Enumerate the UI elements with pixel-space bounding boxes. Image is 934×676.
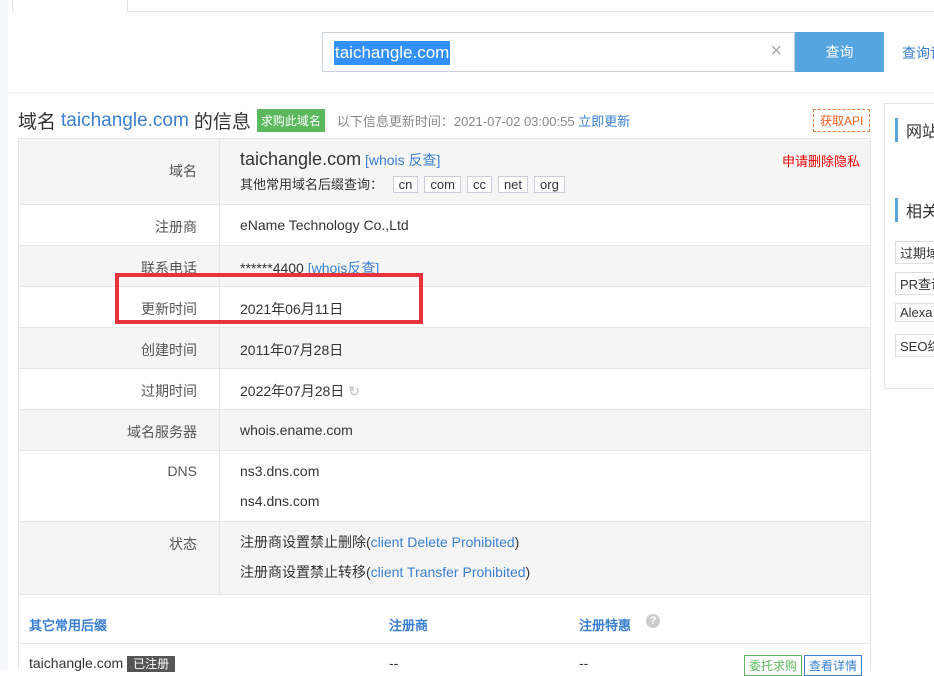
privacy-delete-link[interactable]: 申请删除隐私 [782, 151, 860, 170]
row-registrar: 注册商 eName Technology Co.,Ltd [19, 205, 870, 246]
view-detail-button[interactable]: 查看详情 [804, 655, 863, 676]
col-header: 注册特惠 [579, 618, 632, 633]
created-value: 2011年07月28日 [240, 342, 344, 358]
registrar-value: eName Technology Co.,Ltd [240, 217, 409, 233]
status-cn: 注册商设置禁止删除 [240, 534, 366, 550]
title-suffix: 的信息 [193, 112, 251, 133]
paren: ) [525, 564, 531, 580]
divider [8, 92, 934, 93]
suffix-cc[interactable]: cc [466, 176, 492, 193]
whois-reverse-link[interactable]: [whois 反查] [365, 152, 440, 168]
get-api-button[interactable]: 获取API [813, 109, 871, 132]
row-domain: 域名 taichangle.com [whois 反查] 申请删除隐私 其他常用… [19, 139, 870, 205]
row-dns: DNS ns3.dns.com ns4.dns.com [19, 451, 870, 522]
search-value: taichangle.com [334, 41, 451, 65]
paren: ) [514, 534, 520, 550]
sidebar-item[interactable]: 过期域 [895, 241, 934, 264]
search-button[interactable]: 查询 [795, 32, 884, 72]
sidebar: 网站 相关 过期域 PR查询 Alexa SEO综 [884, 103, 934, 389]
help-icon[interactable]: ? [646, 614, 660, 628]
sidebar-item[interactable]: PR查询 [895, 272, 934, 295]
other-suffix-table: 其它常用后缀 注册商 注册特惠 ? taichangle.com 已注册 -- -… [18, 593, 871, 676]
highlight-box [115, 273, 423, 324]
update-time: 以下信息更新时间：2021-07-02 03:00:55 [336, 114, 575, 129]
row-created: 创建时间 2011年07月28日 [19, 328, 870, 369]
row-label: 创建时间 [19, 328, 220, 368]
sidebar-item[interactable]: SEO综 [895, 334, 934, 357]
buy-domain-button[interactable]: 求购此域名 [256, 109, 325, 132]
dns-value: ns3.dns.com [240, 463, 320, 479]
sidebar-item[interactable]: Alexa [895, 303, 934, 322]
title-prefix: 域名 [18, 112, 57, 133]
suffix-net[interactable]: net [497, 176, 529, 193]
row-label: 域名服务器 [19, 410, 220, 450]
row-expires: 过期时间 2022年07月28日 ↻ [19, 369, 870, 410]
row-label: DNS [19, 451, 220, 521]
sidebar-heading: 网站 [895, 118, 934, 142]
page-title: 域名 taichangle.com 的信息 求购此域名 以下信息更新时间：202… [18, 107, 630, 134]
status-link[interactable]: client Transfer Prohibited [371, 564, 526, 580]
clear-icon[interactable]: × [770, 40, 782, 63]
expires-value: 2022年07月28日 [240, 383, 345, 399]
divider [19, 643, 870, 644]
page-edge [0, 0, 8, 670]
row-label: 状态 [19, 522, 220, 594]
tab-active[interactable] [12, 0, 128, 12]
row-label: 过期时间 [19, 369, 220, 409]
refresh-link[interactable]: 立即更新 [578, 114, 630, 129]
search-input[interactable]: taichangle.com × [322, 32, 795, 72]
domain-value: taichangle.com [240, 149, 362, 169]
row-status: 状态 注册商设置禁止删除(client Delete Prohibited) 注… [19, 522, 870, 594]
row-server: 域名服务器 whois.ename.com [19, 410, 870, 451]
title-domain: taichangle.com [61, 109, 189, 131]
promo-cell: -- [579, 655, 589, 671]
suffix-org[interactable]: org [534, 176, 565, 193]
server-value: whois.ename.com [240, 422, 353, 438]
suffix-label: 其他常用域名后缀查询： [240, 177, 384, 192]
row-label: 注册商 [19, 205, 220, 245]
col-header: 注册商 [389, 618, 429, 633]
registrar-cell: -- [389, 655, 399, 671]
status-cn: 注册商设置禁止转移 [240, 564, 366, 580]
col-header: 其它常用后缀 [29, 618, 108, 633]
whois-table: 域名 taichangle.com [whois 反查] 申请删除隐私 其他常用… [18, 138, 871, 595]
entrust-buy-button[interactable]: 委托求购 [744, 655, 803, 676]
nav-tabs [12, 0, 934, 12]
row-label: 域名 [19, 139, 220, 204]
query-link[interactable]: 查询记 [902, 43, 934, 63]
sidebar-heading: 相关 [895, 198, 934, 222]
suffix-com[interactable]: com [424, 176, 461, 193]
refresh-icon[interactable]: ↻ [348, 383, 360, 399]
dns-value: ns4.dns.com [240, 493, 320, 509]
status-link[interactable]: client Delete Prohibited [371, 534, 515, 550]
suffix-domain: taichangle.com [29, 655, 124, 671]
suffix-cn[interactable]: cn [392, 176, 419, 193]
